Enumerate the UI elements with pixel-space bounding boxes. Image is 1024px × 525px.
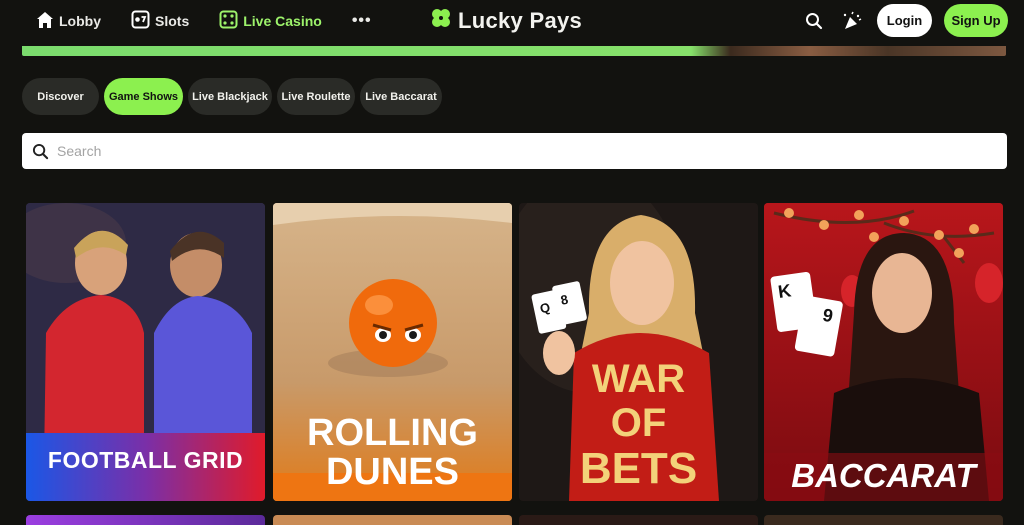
tab-discover[interactable]: Discover bbox=[22, 78, 99, 115]
dice-icon bbox=[219, 10, 238, 32]
game-title-line-2: DUNES bbox=[325, 451, 460, 493]
game-card-war-of-bets[interactable]: 8 Q WAR OF BETS bbox=[519, 203, 758, 501]
nav-slots[interactable]: Slots bbox=[131, 10, 189, 32]
login-button[interactable]: Login bbox=[877, 4, 932, 37]
game-card-partial[interactable] bbox=[764, 515, 1003, 525]
header-actions: Login Sign Up bbox=[801, 4, 1008, 37]
tab-live-baccarat[interactable]: Live Baccarat bbox=[360, 78, 442, 115]
game-card-partial[interactable] bbox=[519, 515, 758, 525]
game-title-line-2: OF bbox=[610, 401, 667, 445]
game-card-rolling-dunes[interactable]: ROLLING DUNES bbox=[273, 203, 512, 501]
game-card-football-grid[interactable]: FOOTBALL GRID bbox=[26, 203, 265, 501]
home-icon bbox=[36, 11, 54, 32]
party-popper-icon bbox=[843, 11, 862, 29]
category-tabs: Discover Game Shows Live Blackjack Live … bbox=[22, 78, 442, 115]
game-card-partial[interactable] bbox=[26, 515, 265, 525]
promo-banner-edge[interactable] bbox=[22, 46, 1006, 56]
tab-live-roulette[interactable]: Live Roulette bbox=[277, 78, 355, 115]
brand-name: Lucky Pays bbox=[458, 7, 583, 33]
more-icon: ••• bbox=[351, 12, 372, 29]
nav-live-casino-label: Live Casino bbox=[243, 13, 322, 29]
game-title-line-1: ROLLING bbox=[307, 412, 478, 454]
signup-button[interactable]: Sign Up bbox=[944, 4, 1008, 37]
game-card-partial[interactable] bbox=[273, 515, 512, 525]
top-navigation: Lobby Slots Live Casino ••• Lucky Pays L… bbox=[0, 0, 1024, 42]
nav-live-casino[interactable]: Live Casino bbox=[219, 10, 322, 32]
search-icon bbox=[32, 143, 49, 159]
game-card-baccarat[interactable]: K 9 BACCARAT bbox=[764, 203, 1003, 501]
nav-lobby-label: Lobby bbox=[59, 13, 101, 29]
search-icon bbox=[806, 12, 823, 29]
tab-game-shows[interactable]: Game Shows bbox=[104, 78, 183, 115]
game-title-line-3: BETS bbox=[579, 444, 698, 493]
game-title: BACCARAT bbox=[791, 457, 976, 494]
game-title-line-1: WAR bbox=[591, 357, 686, 401]
svg-text:K: K bbox=[777, 280, 793, 302]
brand-logo[interactable]: Lucky Pays bbox=[430, 7, 582, 34]
search-bar[interactable] bbox=[22, 133, 1007, 169]
clover-icon bbox=[430, 7, 452, 34]
more-menu-button[interactable]: ••• bbox=[352, 12, 372, 30]
slots-icon bbox=[131, 10, 150, 32]
game-title: FOOTBALL GRID bbox=[47, 447, 244, 473]
tab-live-blackjack[interactable]: Live Blackjack bbox=[188, 78, 272, 115]
promotions-button[interactable] bbox=[839, 8, 865, 34]
search-input[interactable] bbox=[57, 143, 957, 159]
nav-slots-label: Slots bbox=[155, 13, 190, 29]
nav-lobby[interactable]: Lobby bbox=[36, 11, 101, 32]
search-button[interactable] bbox=[801, 8, 827, 34]
